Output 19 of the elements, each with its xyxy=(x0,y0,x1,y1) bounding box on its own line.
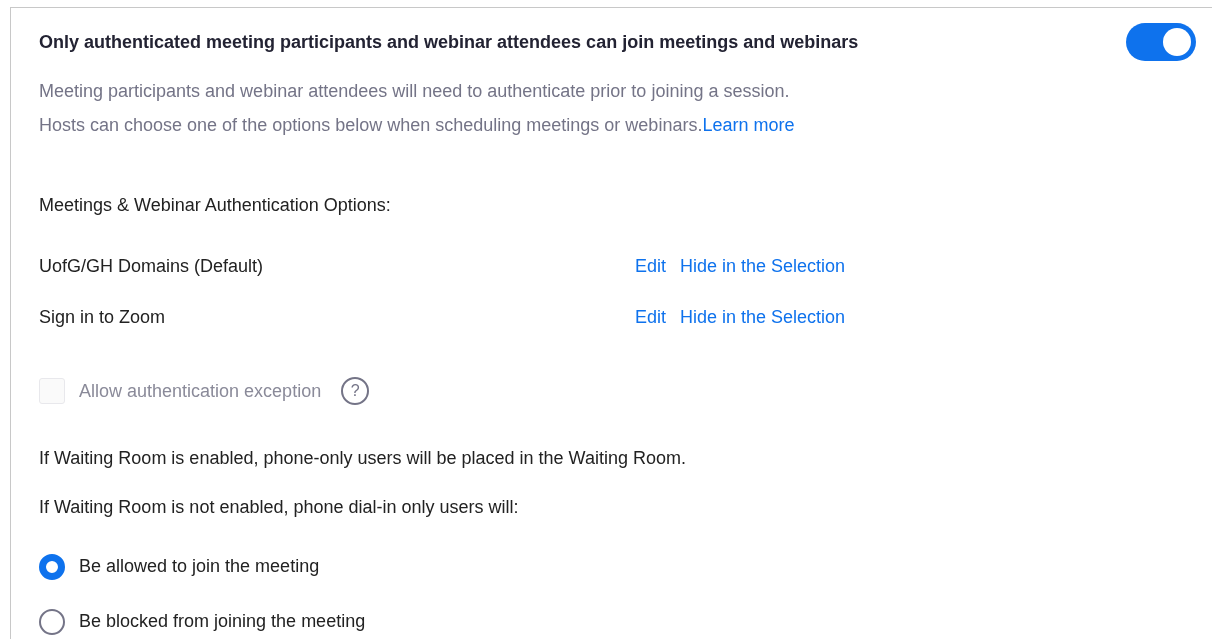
radio-button[interactable] xyxy=(39,553,65,580)
radio-label: Be blocked from joining the meeting xyxy=(79,610,366,633)
description-text: Meeting participants and webinar attendees will need to authenticate prior to joining a session. xyxy=(39,80,790,103)
info-text: If Waiting Room is enabled, phone-only users will be placed in the Waiting Room. xyxy=(39,447,686,470)
info-text: If Waiting Room is not enabled, phone dial-in only users will: xyxy=(39,496,519,519)
section-heading: Meetings & Webinar Authentication Options: xyxy=(39,194,391,217)
radio-label: Be allowed to join the meeting xyxy=(79,555,320,578)
option-link[interactable]: Edit xyxy=(635,253,667,280)
option-link[interactable]: Edit xyxy=(635,304,667,331)
toggle-switch[interactable] xyxy=(1126,23,1196,61)
radio-button[interactable] xyxy=(39,608,65,635)
option-name: UofG/GH Domains (Default) xyxy=(39,255,265,278)
option-link[interactable]: Hide in the Selection xyxy=(680,304,846,331)
setting-title: Only authenticated meeting participants and webinar attendees can join meetings and webinars xyxy=(39,30,859,54)
option-name: Sign in to Zoom xyxy=(39,306,167,329)
description-text: Hosts can choose one of the options below when scheduling meetings or webinars. xyxy=(39,114,703,137)
learn-more-link[interactable]: Learn more xyxy=(702,108,795,142)
checkbox-label: Allow authentication exception xyxy=(79,379,322,403)
option-link[interactable]: Hide in the Selection xyxy=(680,253,846,280)
